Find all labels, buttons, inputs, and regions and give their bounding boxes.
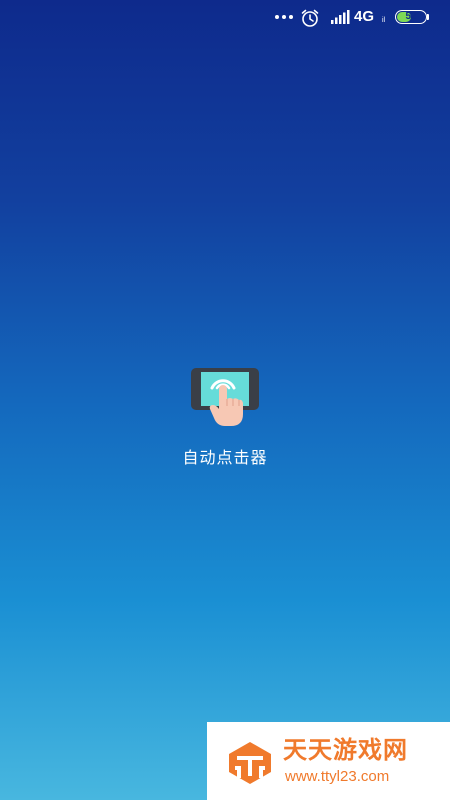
ttyl-logo-icon (229, 742, 271, 784)
app-shortcut[interactable]: 自动点击器 (175, 366, 275, 468)
network-type: 4G (354, 8, 375, 25)
battery-icon: 52 (395, 10, 427, 24)
watermark-url: www.ttyl23.com (285, 768, 390, 785)
app-label[interactable]: 自动点击器 (175, 448, 275, 468)
watermark: 天天游戏网 www.ttyl23.com (207, 722, 450, 800)
tap-hand-phone-icon[interactable] (190, 366, 260, 428)
battery-level: 52 (405, 11, 417, 22)
watermark-title: 天天游戏网 (283, 736, 408, 764)
cellular-signal-icon (331, 10, 350, 24)
alarm-clock-icon (301, 9, 319, 27)
battery-tip (427, 14, 429, 20)
more-dots-icon (275, 15, 293, 19)
status-bar: 4G il 52 (0, 0, 450, 36)
network-activity-indicator: il (382, 17, 386, 24)
